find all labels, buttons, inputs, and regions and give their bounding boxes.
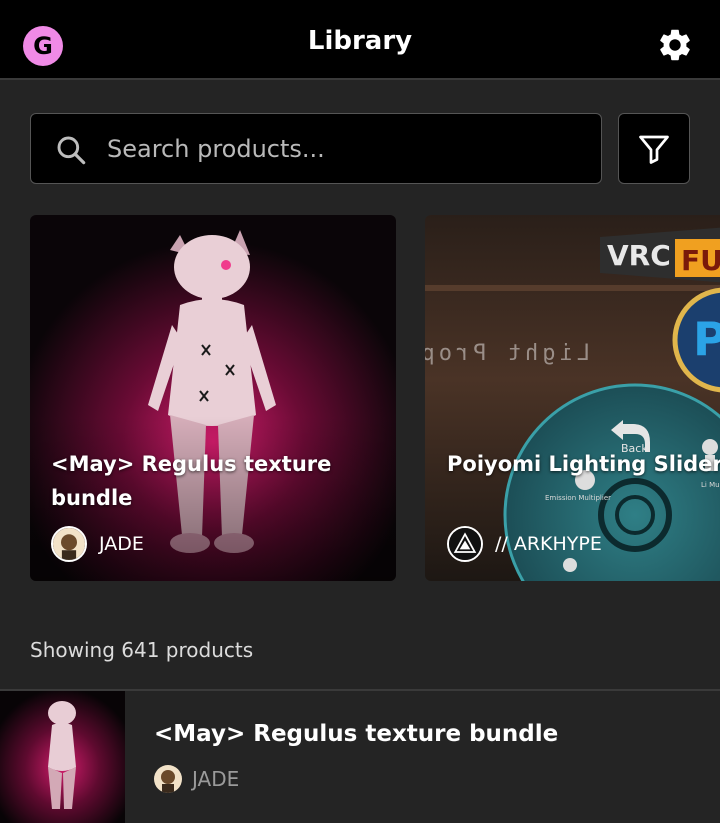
card-title: <May> Regulus texture bundle	[51, 452, 332, 510]
creator-name: JADE	[99, 533, 144, 555]
page-title: Library	[307, 26, 413, 56]
product-count: Showing 641 products	[30, 638, 254, 662]
list-item[interactable]: <May> Regulus texture bundle JADE	[0, 689, 720, 823]
mirror-text: Light Prop	[425, 341, 590, 366]
card-title: Poiyomi Lighting Sliders Prefab!!	[447, 447, 720, 481]
logo-letter: P	[693, 312, 720, 366]
list-item-creator[interactable]: JADE	[154, 765, 239, 793]
product-thumbnail	[0, 691, 125, 823]
emission-label: Emission Multiplier	[545, 494, 611, 502]
search-input[interactable]	[105, 114, 589, 184]
card-creator[interactable]: // ARKHYPE	[447, 525, 602, 563]
search-icon	[57, 136, 86, 165]
creator-avatar	[51, 526, 87, 562]
app-header: G Library	[0, 0, 720, 80]
creator-avatar	[154, 765, 182, 793]
creator-avatar	[447, 526, 483, 562]
card-title-text: Poiyomi Lighting Sliders Prefab!!	[447, 452, 720, 476]
banner-text: VRC	[607, 239, 671, 272]
list-item-title: <May> Regulus texture bundle	[154, 721, 559, 747]
filter-icon	[639, 135, 669, 164]
filter-button[interactable]	[618, 113, 690, 184]
gear-icon[interactable]	[656, 26, 694, 64]
search-box[interactable]	[30, 113, 602, 184]
featured-card[interactable]: <May> Regulus texture bundle JADE	[30, 215, 396, 581]
side-label: Li Mu	[701, 481, 720, 489]
card-creator[interactable]: JADE	[51, 525, 144, 563]
creator-name: // ARKHYPE	[495, 533, 602, 555]
featured-card[interactable]: VRC FU Light Prop P Back Emission Multip…	[425, 215, 720, 581]
banner-accent: FU	[681, 244, 720, 277]
creator-name: JADE	[192, 767, 240, 791]
